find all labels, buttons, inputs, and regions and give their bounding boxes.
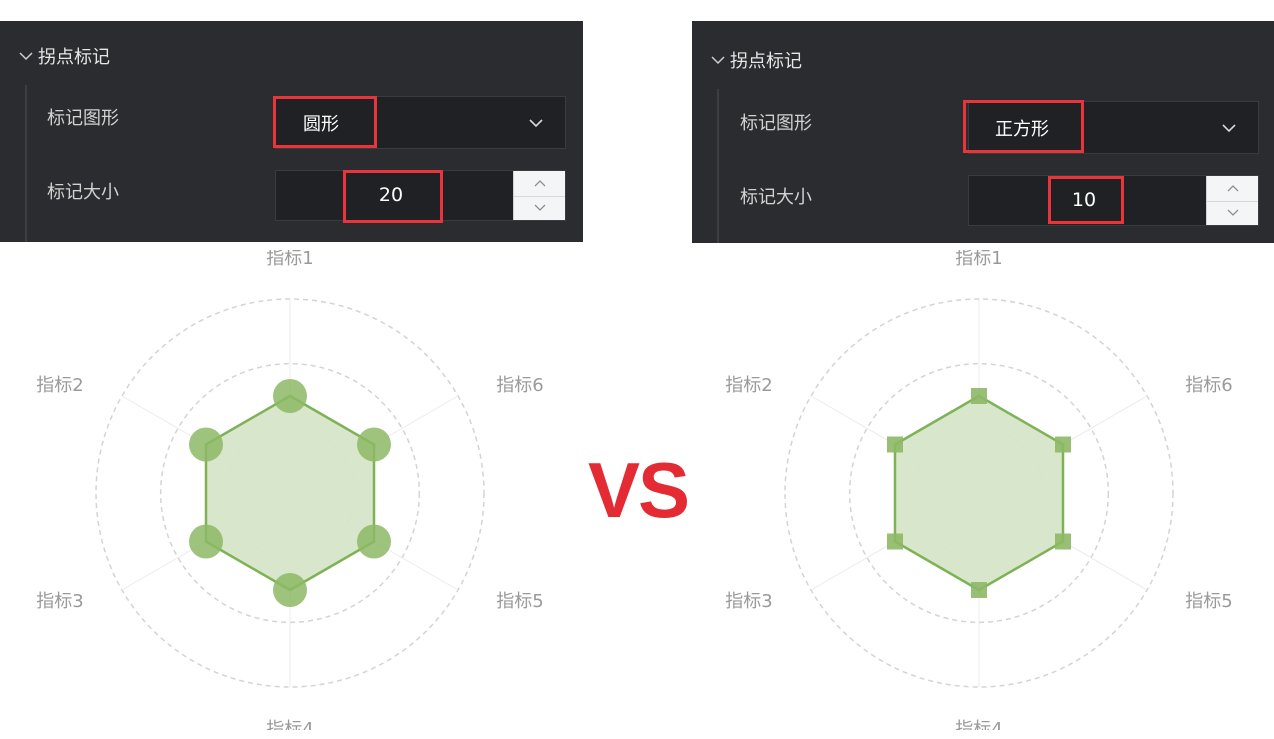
axis-label: 指标3 bbox=[36, 591, 83, 612]
axis-label: 指标4 bbox=[955, 719, 1002, 730]
stepper-up-button[interactable] bbox=[514, 171, 565, 197]
axis-label: 指标4 bbox=[266, 719, 313, 730]
chevron-down-icon bbox=[711, 56, 725, 65]
number-stepper[interactable] bbox=[1206, 176, 1258, 225]
radar-marker bbox=[886, 436, 903, 453]
chevron-down-icon bbox=[1222, 123, 1236, 132]
section-title: 拐点标记 bbox=[730, 51, 802, 72]
radar-marker bbox=[357, 427, 392, 462]
radar-marker bbox=[273, 573, 307, 607]
axis-label: 指标5 bbox=[496, 591, 543, 612]
radar-marker bbox=[971, 388, 987, 404]
radar-marker bbox=[886, 533, 903, 550]
radar-marker bbox=[1055, 436, 1072, 453]
radar-area bbox=[204, 394, 376, 592]
radar-marker bbox=[357, 524, 392, 559]
number-stepper[interactable] bbox=[513, 171, 565, 220]
chevron-up-icon bbox=[1227, 185, 1238, 192]
radar-marker bbox=[188, 427, 223, 462]
axis-label: 指标6 bbox=[496, 375, 543, 396]
axis-label: 指标2 bbox=[725, 375, 772, 396]
chevron-down-icon bbox=[1227, 209, 1238, 216]
radar-marker bbox=[273, 379, 307, 413]
radar-area bbox=[893, 394, 1065, 592]
axis-label: 指标2 bbox=[36, 375, 83, 396]
axis-label: 指标1 bbox=[266, 250, 313, 269]
section-title: 拐点标记 bbox=[38, 47, 110, 68]
marker-shape-label: 标记图形 bbox=[47, 108, 119, 129]
marker-size-label: 标记大小 bbox=[740, 187, 812, 208]
highlight-box-shape bbox=[273, 96, 377, 148]
chevron-down-icon bbox=[19, 52, 33, 61]
marker-shape-label: 标记图形 bbox=[740, 113, 812, 134]
section-header[interactable]: 拐点标记 bbox=[710, 47, 802, 73]
highlight-box-shape bbox=[963, 100, 1084, 153]
stepper-down-button[interactable] bbox=[514, 196, 565, 221]
section-header[interactable]: 拐点标记 bbox=[18, 43, 110, 69]
stepper-down-button[interactable] bbox=[1207, 201, 1258, 226]
radar-chart-right: 指标1 指标2 指标3 指标4 指标5 指标6 bbox=[725, 250, 1232, 730]
marker-size-label: 标记大小 bbox=[47, 182, 119, 203]
section-divider bbox=[25, 85, 27, 242]
chevron-down-icon bbox=[534, 204, 545, 211]
radar-marker bbox=[1055, 533, 1072, 550]
radar-marker bbox=[971, 582, 987, 598]
radar-marker bbox=[188, 524, 223, 559]
vs-label: VS bbox=[588, 446, 690, 534]
axis-label: 指标1 bbox=[955, 250, 1002, 269]
axis-label: 指标5 bbox=[1185, 591, 1232, 612]
chevron-up-icon bbox=[534, 180, 545, 187]
radar-chart-left: 指标1 指标2 指标3 指标4 指标5 指标6 bbox=[36, 250, 543, 730]
chevron-down-icon bbox=[529, 118, 543, 127]
section-divider bbox=[717, 89, 719, 243]
axis-label: 指标6 bbox=[1185, 375, 1232, 396]
stepper-up-button[interactable] bbox=[1207, 176, 1258, 202]
highlight-box-size bbox=[343, 170, 443, 223]
highlight-box-size bbox=[1048, 176, 1124, 224]
axis-label: 指标3 bbox=[725, 591, 772, 612]
